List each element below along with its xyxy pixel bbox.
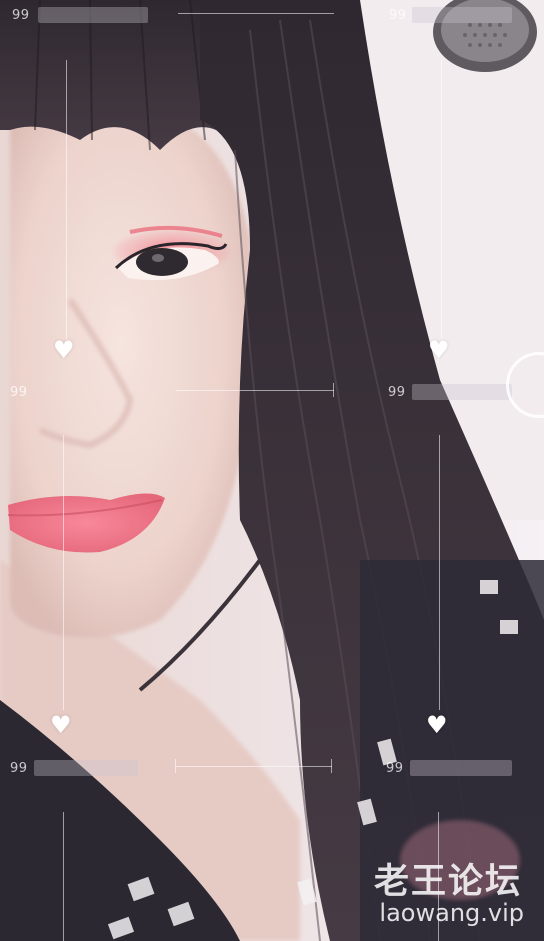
selfie-photo: [0, 0, 544, 941]
video-frame: 99 99 ♥ ♥ 99 99 ♥ ♥ 99 99 老王论坛 laowang.v…: [0, 0, 544, 941]
